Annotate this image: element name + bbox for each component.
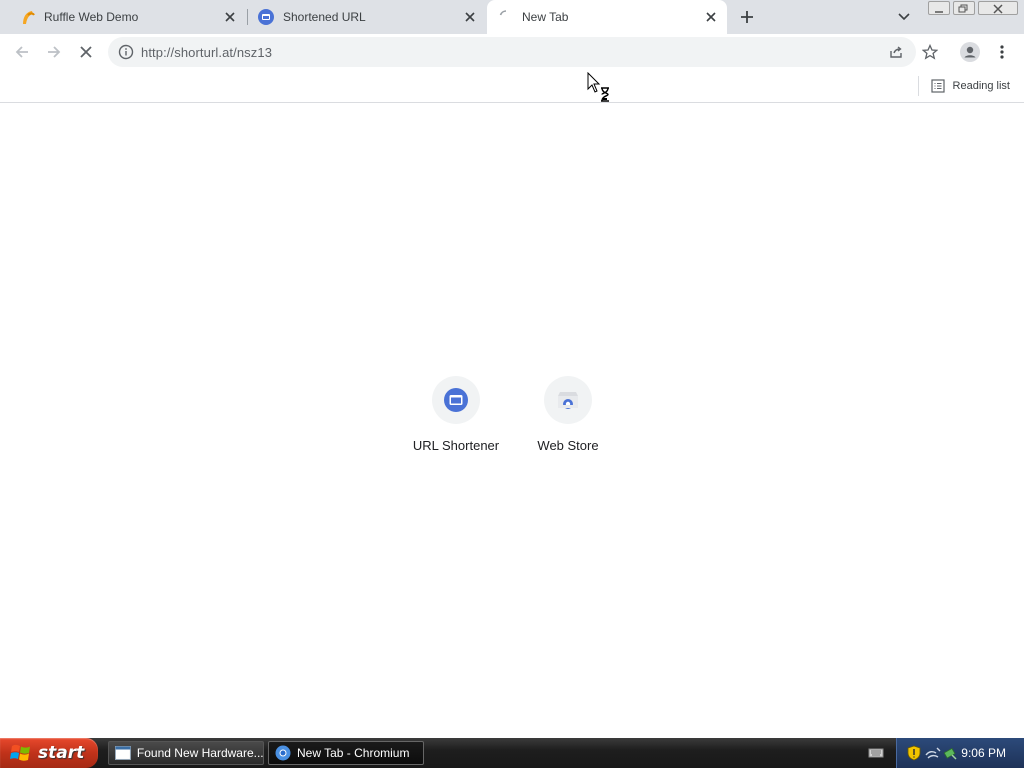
window-icon	[115, 746, 131, 760]
network-icon[interactable]	[925, 746, 941, 760]
shortcut-icon-container	[432, 376, 480, 424]
divider	[918, 76, 919, 96]
tab-shortened-url[interactable]: Shortened URL	[248, 0, 486, 34]
avatar-icon	[960, 42, 980, 62]
busy-cursor-icon	[587, 71, 609, 102]
minimize-button[interactable]	[928, 1, 950, 15]
browser-toolbar: http://shorturl.at/nsz13	[0, 34, 1024, 70]
close-icon	[993, 4, 1003, 14]
tab-search-button[interactable]	[895, 8, 913, 26]
security-shield-icon[interactable]	[907, 745, 921, 761]
tab-new-tab[interactable]: New Tab	[487, 0, 727, 34]
url-shortener-icon	[444, 388, 468, 412]
chromium-icon	[275, 745, 291, 761]
plus-icon	[741, 11, 753, 23]
taskbar-item-found-new-hardware[interactable]: Found New Hardware...	[108, 741, 264, 765]
bookmark-star-button[interactable]	[916, 38, 944, 66]
web-store-icon	[558, 392, 578, 409]
more-vertical-icon	[1000, 45, 1004, 59]
start-label: start	[38, 743, 85, 763]
taskbar: start Found New Hardware... New Tab - Ch…	[0, 738, 1024, 768]
forward-button[interactable]	[40, 38, 68, 66]
mouse-cursor	[587, 71, 613, 109]
chevron-down-icon	[898, 13, 910, 21]
new-tab-button[interactable]	[736, 6, 758, 28]
taskbar-item-label: Found New Hardware...	[136, 746, 263, 760]
shortcut-web-store[interactable]: Web Store	[512, 368, 624, 480]
system-tray: 9:06 PM	[896, 738, 1024, 768]
url-text[interactable]: http://shorturl.at/nsz13	[141, 45, 272, 60]
minimize-icon	[935, 11, 943, 13]
star-icon	[922, 44, 938, 60]
taskbar-item-new-tab-chromium[interactable]: New Tab - Chromium	[268, 741, 424, 765]
loading-spinner-icon	[498, 9, 514, 25]
menu-button[interactable]	[988, 38, 1016, 66]
info-icon[interactable]	[118, 44, 134, 60]
close-window-button[interactable]	[978, 1, 1018, 15]
start-button[interactable]: start	[0, 738, 98, 768]
tab-ruffle-web-demo[interactable]: Ruffle Web Demo	[8, 0, 246, 34]
shortcut-icon-container	[544, 376, 592, 424]
reading-list-label: Reading list	[952, 80, 1010, 92]
url-shortener-icon	[258, 9, 274, 25]
tab-strip: Ruffle Web Demo Shortened URL New Tab	[0, 0, 1024, 34]
address-bar[interactable]: http://shorturl.at/nsz13	[108, 37, 916, 67]
arrow-right-icon	[48, 46, 61, 58]
shortcut-label: Web Store	[537, 438, 599, 453]
restore-button[interactable]	[953, 1, 975, 15]
shortcut-url-shortener[interactable]: URL Shortener	[400, 368, 512, 480]
tab-title: New Tab	[522, 10, 569, 24]
bookmark-bar: Reading list	[0, 70, 1024, 103]
back-button[interactable]	[8, 38, 36, 66]
profile-button[interactable]	[956, 38, 984, 66]
taskbar-item-label: New Tab - Chromium	[297, 746, 410, 760]
shortcut-label: URL Shortener	[412, 438, 500, 453]
tab-title: Shortened URL	[283, 10, 366, 24]
stop-loading-button[interactable]	[72, 38, 100, 66]
ruffle-icon	[20, 9, 36, 25]
share-icon[interactable]	[888, 44, 904, 60]
keyboard-icon[interactable]	[868, 746, 884, 760]
safely-remove-hardware-icon[interactable]	[943, 745, 957, 761]
tab-title: Ruffle Web Demo	[44, 10, 139, 24]
arrow-left-icon	[15, 46, 28, 58]
close-tab-icon[interactable]	[222, 9, 238, 25]
reading-list-button[interactable]: Reading list	[930, 77, 1010, 95]
close-tab-icon[interactable]	[703, 9, 719, 25]
windows-logo-icon	[10, 744, 30, 761]
restore-icon	[958, 4, 968, 13]
close-icon	[80, 46, 92, 58]
clock: 9:06 PM	[961, 746, 1006, 760]
close-tab-icon[interactable]	[462, 9, 478, 25]
reading-list-icon	[930, 79, 945, 93]
